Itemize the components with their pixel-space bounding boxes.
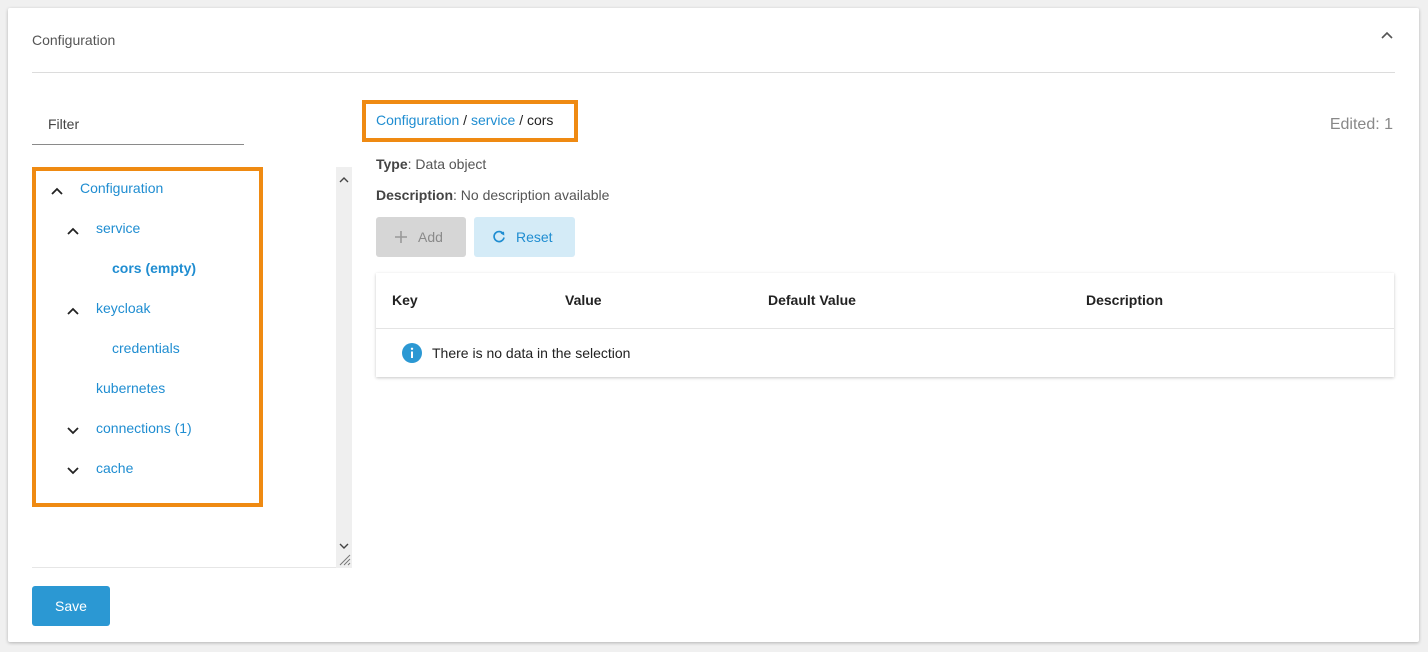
chevron-down-icon[interactable]: [66, 463, 80, 475]
tree-item-configuration[interactable]: Configuration: [80, 176, 163, 200]
breadcrumb-separator: /: [459, 112, 471, 128]
scroll-up-icon[interactable]: [339, 172, 349, 183]
tree-item-service[interactable]: service: [96, 216, 140, 240]
reset-button[interactable]: Reset: [474, 217, 575, 257]
properties-table: Key Value Default Value Description Ther…: [376, 273, 1394, 377]
tree-item-cors[interactable]: cors (empty): [112, 256, 196, 280]
reset-button-label: Reset: [516, 229, 553, 245]
type-line: Type: Data object: [376, 156, 486, 172]
type-label: Type: [376, 156, 408, 172]
card-header: Configuration: [32, 8, 1395, 73]
breadcrumb-current: cors: [526, 112, 554, 128]
chevron-down-icon[interactable]: [66, 423, 80, 435]
breadcrumb: Configuration / service / cors: [376, 112, 553, 128]
save-button[interactable]: Save: [32, 586, 110, 626]
tree-item-credentials[interactable]: credentials: [112, 336, 180, 360]
chevron-up-icon[interactable]: [66, 303, 80, 315]
breadcrumb-separator: /: [515, 112, 527, 128]
description-value: : No description available: [453, 187, 610, 203]
scroll-down-icon[interactable]: [339, 538, 349, 549]
configuration-card: Configuration Configuration service cors…: [8, 8, 1419, 642]
filter-field: [32, 104, 244, 145]
filter-input[interactable]: [32, 104, 244, 144]
table-divider: [376, 328, 1394, 329]
column-header-description: Description: [1086, 292, 1164, 308]
config-tree-panel: Configuration service cors (empty) keycl…: [32, 167, 352, 568]
tree-item-keycloak[interactable]: keycloak: [96, 296, 150, 320]
refresh-icon: [492, 230, 506, 244]
description-label: Description: [376, 187, 454, 203]
chevron-up-icon[interactable]: [1379, 28, 1395, 44]
chevron-up-icon[interactable]: [66, 223, 80, 235]
tree-item-cache[interactable]: cache: [96, 456, 133, 480]
edited-count: Edited: 1: [1329, 116, 1393, 133]
plus-icon: [394, 230, 408, 244]
column-header-value: Value: [565, 292, 602, 308]
chevron-up-icon[interactable]: [50, 183, 64, 195]
breadcrumb-link-configuration[interactable]: Configuration: [376, 112, 459, 128]
add-button[interactable]: Add: [376, 217, 466, 257]
column-header-key: Key: [392, 292, 418, 308]
resize-handle-icon[interactable]: [338, 553, 351, 566]
tree-scrollbar[interactable]: [336, 167, 352, 568]
card-title: Configuration: [32, 32, 116, 48]
column-header-default-value: Default Value: [768, 292, 856, 308]
breadcrumb-link-service[interactable]: service: [471, 112, 515, 128]
tree-item-connections[interactable]: connections (1): [96, 416, 192, 440]
empty-table-message: There is no data in the selection: [432, 345, 631, 361]
tree-item-kubernetes[interactable]: kubernetes: [96, 376, 165, 400]
info-icon: [402, 343, 422, 363]
add-button-label: Add: [418, 229, 443, 245]
description-line: Description: No description available: [376, 187, 609, 203]
type-value: : Data object: [407, 156, 487, 172]
